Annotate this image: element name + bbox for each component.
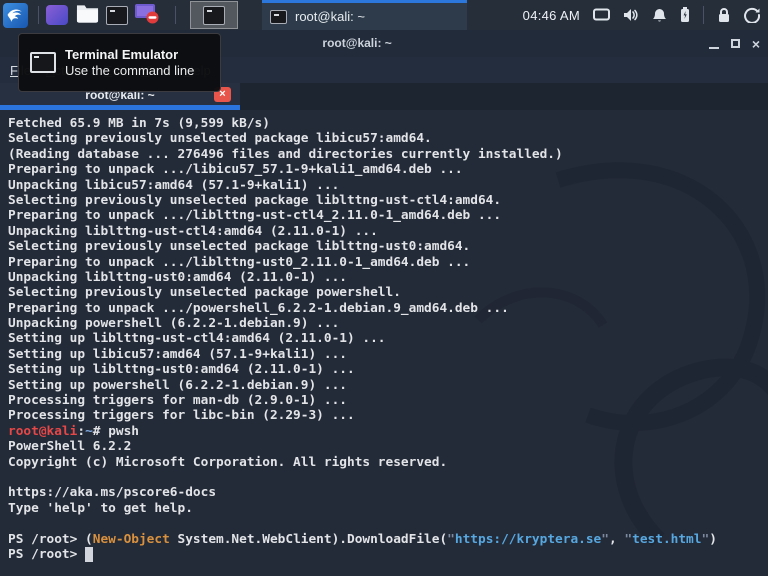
terminal-emulator-icon: [203, 6, 225, 25]
kali-menu-button[interactable]: [3, 3, 28, 28]
terminal-line: root@kali:~# pwsh: [8, 424, 768, 439]
terminal-line: https://aka.ms/pscore6-docs: [8, 485, 768, 500]
battery-icon[interactable]: [680, 7, 690, 23]
notifications-bell-icon[interactable]: [652, 8, 667, 23]
clock[interactable]: 04:46 AM: [523, 8, 580, 23]
minimize-icon[interactable]: [709, 47, 719, 49]
taskbar-window-button[interactable]: root@kali: ~: [262, 0, 467, 30]
terminal-line: Preparing to unpack .../libicu57_57.1-9+…: [8, 162, 768, 177]
launcher-display-settings[interactable]: [135, 3, 159, 27]
panel-separator: [38, 6, 39, 24]
terminal-line: Selecting previously unselected package …: [8, 193, 768, 208]
terminal-emulator-launcher[interactable]: [190, 1, 238, 29]
terminal-line: (Reading database ... 276496 files and d…: [8, 147, 768, 162]
terminal-line: Unpacking libicu57:amd64 (57.1-9+kali1) …: [8, 178, 768, 193]
terminal-line: Unpacking liblttng-ust0:amd64 (2.11.0-1)…: [8, 270, 768, 285]
terminal-line: Unpacking liblttng-ust-ctl4:amd64 (2.11.…: [8, 224, 768, 239]
terminal-icon: [106, 6, 128, 25]
terminal-line: Selecting previously unselected package …: [8, 285, 768, 300]
display-icon[interactable]: [593, 8, 610, 22]
panel-separator: [175, 6, 176, 24]
terminal-line: [8, 516, 768, 531]
terminal-icon: [270, 10, 287, 24]
file-manager-icon: [76, 3, 99, 28]
terminal-line: Setting up libicu57:amd64 (57.1-9+kali1)…: [8, 347, 768, 362]
terminal-line: Processing triggers for man-db (2.9.0-1)…: [8, 393, 768, 408]
panel-tray: 04:46 AM: [523, 6, 760, 24]
terminal-output[interactable]: Fetched 65.9 MB in 7s (9,599 kB/s)Select…: [0, 110, 768, 576]
terminal-line: PowerShell 6.2.2: [8, 439, 768, 454]
lock-icon[interactable]: [717, 7, 731, 23]
terminal-window: root@kali: ~ × File Actions Edit View He…: [0, 30, 768, 576]
terminal-line: PS /root> (New-Object System.Net.WebClie…: [8, 532, 768, 547]
terminal-line: Preparing to unpack .../powershell_6.2.2…: [8, 301, 768, 316]
terminal-line: Preparing to unpack .../liblttng-ust-ctl…: [8, 208, 768, 223]
terminal-line: Setting up powershell (6.2.2-1.debian.9)…: [8, 378, 768, 393]
window-title: root@kali: ~: [322, 36, 391, 50]
kali-logo-icon: [6, 3, 25, 27]
terminal-icon: [30, 52, 56, 73]
desktop: root@kali: ~ 04:46 AM: [0, 0, 768, 576]
logout-icon[interactable]: [744, 7, 760, 23]
terminal-line: Selecting previously unselected package …: [8, 131, 768, 146]
terminal-line: Preparing to unpack .../liblttng-ust0_2.…: [8, 255, 768, 270]
terminal-line: Processing triggers for libc-bin (2.29-3…: [8, 408, 768, 423]
panel-separator: [703, 6, 704, 24]
terminal-line: [8, 470, 768, 485]
taskbar-window-label: root@kali: ~: [295, 9, 365, 24]
desktop-icon: [46, 5, 68, 25]
launcher-desktop[interactable]: [45, 3, 69, 27]
terminal-line: PS /root>: [8, 547, 768, 562]
launcher-terminal[interactable]: [105, 3, 129, 27]
terminal-output-lines: Fetched 65.9 MB in 7s (9,599 kB/s)Select…: [8, 116, 768, 562]
tooltip: Terminal Emulator Use the command line: [18, 33, 221, 92]
display-disabled-icon: [134, 2, 160, 29]
terminal-line: Setting up liblttng-ust0:amd64 (2.11.0-1…: [8, 362, 768, 377]
terminal-line: Setting up liblttng-ust-ctl4:amd64 (2.11…: [8, 331, 768, 346]
terminal-line: Fetched 65.9 MB in 7s (9,599 kB/s): [8, 116, 768, 131]
top-panel: root@kali: ~ 04:46 AM: [0, 0, 768, 30]
terminal-line: Copyright (c) Microsoft Corporation. All…: [8, 455, 768, 470]
tooltip-title: Terminal Emulator: [65, 47, 194, 62]
maximize-icon[interactable]: [731, 39, 740, 48]
close-icon[interactable]: ×: [752, 37, 760, 51]
volume-icon[interactable]: [623, 8, 639, 22]
launcher-file-manager[interactable]: [75, 3, 99, 27]
terminal-line: Unpacking powershell (6.2.2-1.debian.9) …: [8, 316, 768, 331]
tooltip-subtitle: Use the command line: [65, 63, 194, 78]
terminal-line: Type 'help' to get help.: [8, 501, 768, 516]
terminal-line: Selecting previously unselected package …: [8, 239, 768, 254]
